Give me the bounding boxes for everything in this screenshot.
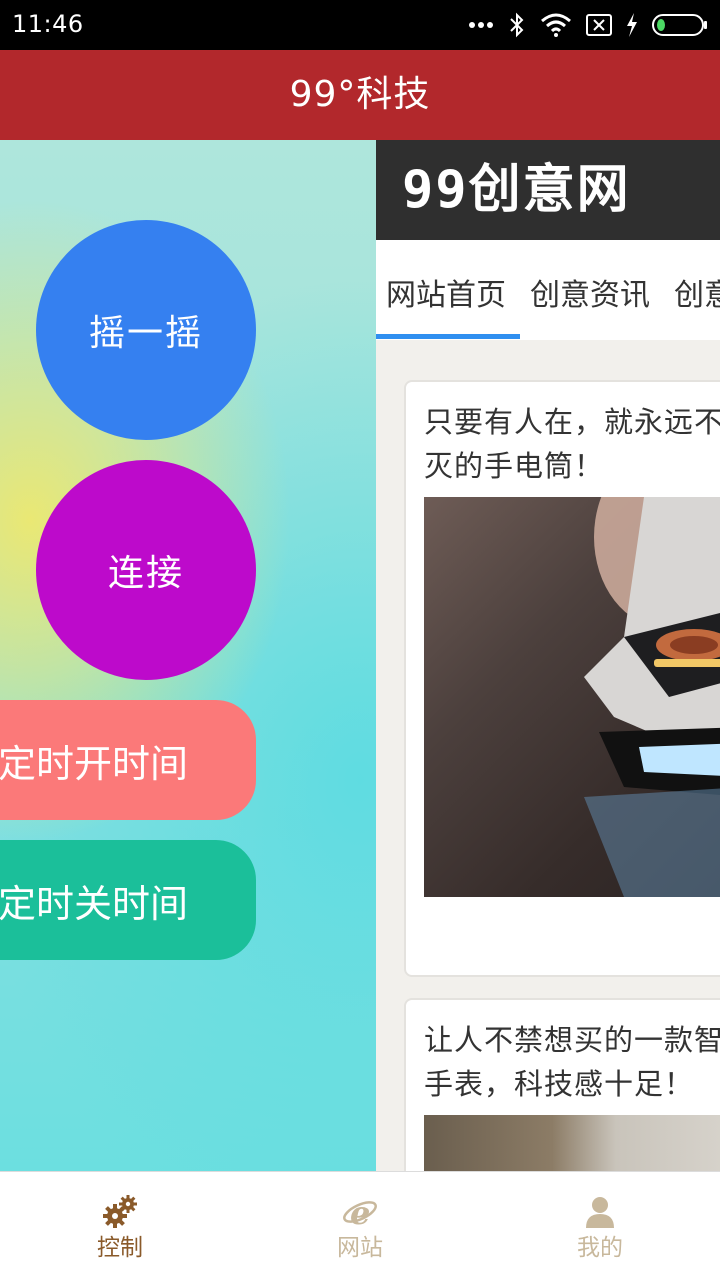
nav-item-mine[interactable]: 我的 [480,1172,720,1280]
ie-browser-icon: e [343,1194,377,1230]
sim-off-icon [586,14,612,36]
status-bar: 11:46 [0,0,720,50]
app-title: 99°科技 [289,74,431,115]
article-image[interactable] [424,497,720,897]
nav-label-mine: 我的 [577,1235,623,1261]
nav-label-website: 网站 [337,1235,383,1261]
website-tabs: 网站首页 创意资讯 创意 [376,240,720,340]
website-logo[interactable]: 99创意网 [402,162,631,218]
nav-label-control: 控制 [97,1235,143,1261]
website-webview[interactable]: 99创意网 网站首页 创意资讯 创意 只要有人在，就永远不会灭的手电筒！ 让人不… [376,140,720,1171]
more-dots-icon [469,22,493,28]
logo-text: 创意网 [468,160,631,220]
article-title[interactable]: 只要有人在，就永远不会灭的手电筒！ [424,400,720,488]
article-card[interactable]: 让人不禁想买的一款智能手表，科技感十足！ [404,998,720,1171]
bottom-nav: 控制 e 网站 我的 [0,1171,720,1280]
logo-digits: 99 [402,160,469,220]
bluetooth-icon [510,12,524,38]
on-time-button[interactable]: 定时开时间 [0,700,256,820]
website-header: 99创意网 [376,140,720,240]
off-time-label: 定时关时间 [0,881,189,926]
off-time-button[interactable]: 定时关时间 [0,840,256,960]
nav-item-website[interactable]: e 网站 [240,1172,480,1280]
article-title[interactable]: 让人不禁想买的一款智能手表，科技感十足！ [424,1018,720,1106]
tab-creative-news[interactable]: 创意资讯 [530,270,650,314]
tab-home[interactable]: 网站首页 [386,270,506,314]
user-icon [586,1197,614,1228]
app-bar: 99°科技 [0,50,720,140]
battery-icon [652,14,707,36]
flashlight-photo [584,497,720,897]
connect-button[interactable]: 连接 [36,460,256,680]
charging-icon [627,13,637,37]
on-time-label: 定时开时间 [0,741,189,786]
tab-creative[interactable]: 创意 [674,270,720,314]
shake-button[interactable]: 摇一摇 [36,220,256,440]
status-time: 11:46 [12,10,84,38]
gears-icon [103,1195,137,1228]
control-panel: 摇一摇 连接 定时开时间 定时关时间 [0,140,376,1171]
nav-item-control[interactable]: 控制 [0,1172,240,1280]
status-icons [468,10,708,40]
article-image[interactable] [424,1115,720,1171]
active-tab-indicator [376,334,520,339]
article-card[interactable]: 只要有人在，就永远不会灭的手电筒！ [404,380,720,977]
wifi-icon [541,13,571,37]
svg-text:e: e [350,1194,370,1230]
